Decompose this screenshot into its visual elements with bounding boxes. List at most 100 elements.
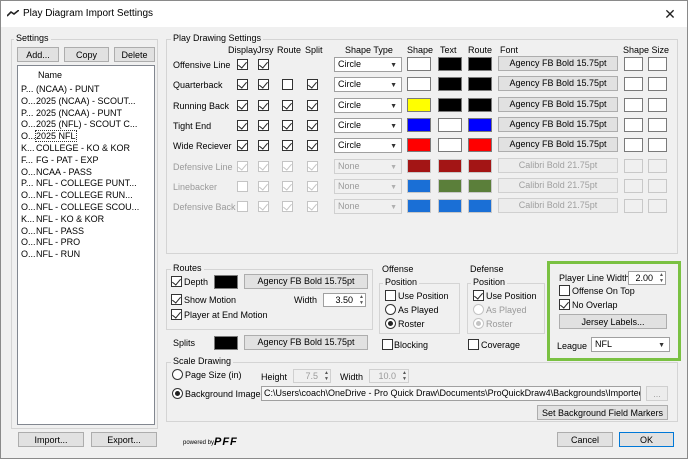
shape-color-swatch[interactable] [407, 117, 431, 132]
route-checkbox[interactable] [282, 180, 293, 192]
text-color-swatch[interactable] [438, 77, 462, 92]
display-checkbox[interactable] [237, 59, 248, 70]
list-item[interactable]: NFL - COLLEGE RUN... [36, 190, 133, 200]
text-color-swatch[interactable] [438, 178, 462, 193]
defense-as-played-radio[interactable] [473, 304, 484, 315]
offense-on-top-checkbox[interactable] [559, 285, 570, 296]
depth-color-swatch[interactable] [214, 275, 238, 289]
copy-button[interactable]: Copy [64, 47, 109, 62]
shape-size-box-1[interactable] [624, 158, 643, 173]
offense-roster-radio[interactable] [385, 318, 396, 329]
ok-button[interactable]: OK [619, 432, 674, 447]
shape-size-box-2[interactable] [648, 97, 667, 112]
shape-size-box-2[interactable] [648, 138, 667, 153]
shape-size-box-2[interactable] [648, 158, 667, 173]
list-item[interactable]: NFL - PRO [36, 237, 80, 247]
shape-size-box-2[interactable] [648, 178, 667, 193]
player-line-width-input[interactable]: 2.00 ▲ ▼ [628, 271, 666, 285]
list-item[interactable]: NFL - KO & KOR [36, 214, 104, 224]
route-color-swatch[interactable] [468, 138, 492, 153]
split-checkbox[interactable] [307, 160, 318, 172]
text-color-swatch[interactable] [438, 138, 462, 153]
offense-as-played-radio[interactable] [385, 304, 396, 315]
font-button[interactable]: Agency FB Bold 15.75pt [498, 116, 618, 132]
text-color-swatch[interactable] [438, 199, 462, 214]
split-checkbox[interactable] [307, 140, 318, 152]
list-item[interactable]: NFL - RUN [36, 249, 80, 259]
route-color-swatch[interactable] [468, 117, 492, 132]
shape-type-select[interactable]: None ▼ [334, 178, 402, 194]
text-color-swatch[interactable] [438, 97, 462, 112]
spin-arrows-icon[interactable]: ▲ ▼ [359, 294, 364, 306]
split-checkbox[interactable] [307, 201, 318, 213]
jrsy-checkbox[interactable] [258, 59, 269, 70]
list-item[interactable]: COLLEGE - KO & KOR [36, 143, 130, 153]
page-size-radio[interactable] [172, 369, 183, 380]
browse-button[interactable]: ... [646, 386, 668, 401]
shape-color-swatch[interactable] [407, 77, 431, 92]
list-item[interactable]: 2025 NFL [35, 130, 77, 143]
display-checkbox[interactable] [237, 79, 248, 91]
jrsy-checkbox[interactable] [258, 119, 269, 131]
route-checkbox[interactable] [282, 201, 293, 213]
blocking-checkbox[interactable] [382, 339, 393, 350]
shape-size-box-1[interactable] [624, 57, 643, 71]
route-color-swatch[interactable] [468, 97, 492, 112]
cancel-button[interactable]: Cancel [557, 432, 613, 447]
display-checkbox[interactable] [237, 180, 248, 192]
spin-arrows-icon[interactable]: ▲ ▼ [402, 370, 407, 382]
jrsy-checkbox[interactable] [258, 140, 269, 152]
route-color-swatch[interactable] [468, 158, 492, 173]
no-overlap-checkbox[interactable] [559, 299, 570, 310]
shape-size-box-1[interactable] [624, 199, 643, 214]
shape-color-swatch[interactable] [407, 178, 431, 193]
shape-size-box-1[interactable] [624, 97, 643, 112]
show-motion-checkbox[interactable] [171, 294, 182, 305]
shape-size-box-1[interactable] [624, 117, 643, 132]
split-checkbox[interactable] [307, 79, 318, 91]
text-color-swatch[interactable] [438, 158, 462, 173]
height-input[interactable]: 7.5 ▲ ▼ [293, 369, 331, 383]
shape-type-select[interactable]: None ▼ [334, 158, 402, 174]
shape-size-box-2[interactable] [648, 199, 667, 214]
league-select[interactable]: NFL ▼ [591, 337, 670, 352]
route-color-swatch[interactable] [468, 178, 492, 193]
background-image-radio[interactable] [172, 388, 183, 399]
display-checkbox[interactable] [237, 160, 248, 172]
close-icon[interactable]: ✕ [661, 5, 679, 23]
jersey-labels-button[interactable]: Jersey Labels... [559, 314, 667, 329]
route-checkbox[interactable] [282, 79, 293, 91]
shape-color-swatch[interactable] [407, 199, 431, 214]
shape-type-select[interactable]: None ▼ [334, 199, 402, 215]
list-item[interactable]: NFL - COLLEGE SCOU... [36, 202, 139, 212]
defense-use-position-checkbox[interactable] [473, 290, 484, 301]
shape-color-swatch[interactable] [407, 97, 431, 112]
shape-type-select[interactable]: Circle ▼ [334, 97, 402, 113]
route-checkbox[interactable] [282, 160, 293, 172]
shape-size-box-1[interactable] [624, 138, 643, 153]
jrsy-checkbox[interactable] [258, 160, 269, 172]
list-item[interactable]: NCAA - PASS [36, 167, 92, 177]
list-item[interactable]: FG - PAT - EXP [36, 155, 99, 165]
export-button[interactable]: Export... [91, 432, 157, 447]
display-checkbox[interactable] [237, 201, 248, 213]
list-item[interactable]: NFL - PASS [36, 226, 84, 236]
shape-size-box-2[interactable] [648, 117, 667, 132]
settings-list[interactable]: Name P... (NCAA) - PUNT O... 2025 (NCAA) - … [17, 65, 155, 425]
route-checkbox[interactable] [282, 99, 293, 111]
list-item[interactable]: (NCAA) - PUNT [36, 84, 100, 94]
shape-size-box-1[interactable] [624, 77, 643, 92]
coverage-checkbox[interactable] [468, 339, 479, 350]
display-checkbox[interactable] [237, 140, 248, 152]
route-color-swatch[interactable] [468, 199, 492, 214]
shape-type-select[interactable]: Circle ▼ [334, 57, 402, 72]
defense-roster-radio[interactable] [473, 318, 484, 329]
shape-type-select[interactable]: Circle ▼ [334, 77, 402, 93]
font-button[interactable]: Agency FB Bold 15.75pt [498, 137, 618, 153]
list-item[interactable]: 2025 (NCAA) - SCOUT... [36, 96, 136, 106]
font-button[interactable]: Agency FB Bold 15.75pt [498, 96, 618, 112]
spin-arrows-icon[interactable]: ▲ ▼ [659, 272, 664, 284]
shape-type-select[interactable]: Circle ▼ [334, 138, 402, 154]
split-checkbox[interactable] [307, 180, 318, 192]
jrsy-checkbox[interactable] [258, 79, 269, 91]
